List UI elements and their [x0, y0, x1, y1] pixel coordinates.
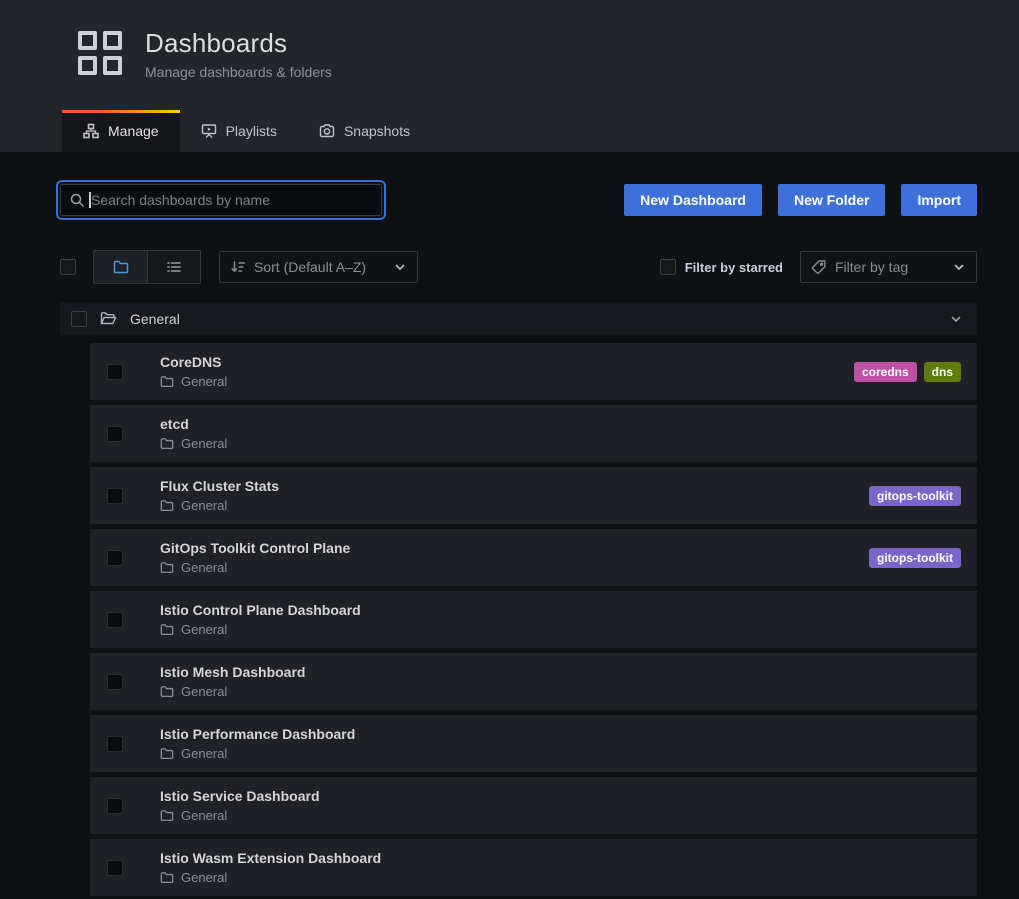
chevron-down-icon — [952, 260, 966, 274]
dashboard-checkbox[interactable] — [107, 798, 123, 814]
folder-open-icon — [100, 311, 117, 326]
filter-starred: Filter by starred — [660, 259, 783, 275]
tag-icon — [811, 259, 827, 275]
dashboard-folder-label: General — [181, 684, 227, 699]
folder-icon — [160, 375, 174, 388]
dashboard-folder-label: General — [181, 870, 227, 885]
folder-icon — [160, 437, 174, 450]
page-title: Dashboards — [145, 28, 332, 59]
folder-icon — [160, 747, 174, 760]
tag-gitops-toolkit[interactable]: gitops-toolkit — [869, 486, 961, 506]
dashboard-row[interactable]: Istio Performance Dashboard General — [90, 715, 977, 772]
camera-icon — [319, 123, 335, 139]
folder-icon — [160, 499, 174, 512]
page-subtitle: Manage dashboards & folders — [145, 64, 332, 80]
folder-section: General CoreDNS General coredns dns etcd — [60, 302, 977, 896]
dashboard-title[interactable]: Istio Performance Dashboard — [160, 726, 355, 743]
dashboard-checkbox[interactable] — [107, 612, 123, 628]
tab-label: Playlists — [226, 123, 277, 139]
view-toggle — [93, 250, 201, 284]
dashboard-checkbox[interactable] — [107, 860, 123, 876]
dashboard-row[interactable]: Istio Mesh Dashboard General — [90, 653, 977, 710]
dashboard-checkbox[interactable] — [107, 674, 123, 690]
dashboard-checkbox[interactable] — [107, 736, 123, 752]
new-dashboard-button[interactable]: New Dashboard — [624, 184, 762, 216]
content-area: New Dashboard New Folder Import Sort — [0, 152, 1019, 899]
chevron-down-icon — [393, 260, 407, 274]
dashboard-checkbox[interactable] — [107, 550, 123, 566]
tab-bar: Manage Playlists Snapshots — [0, 110, 1019, 152]
folder-header-general[interactable]: General — [60, 302, 977, 335]
search-wrapper — [60, 184, 382, 216]
dashboard-folder-label: General — [181, 436, 227, 451]
dashboard-row[interactable]: CoreDNS General coredns dns — [90, 343, 977, 400]
tab-playlists[interactable]: Playlists — [180, 110, 298, 152]
dashboard-checkbox[interactable] — [107, 426, 123, 442]
dashboard-folder-label: General — [181, 560, 227, 575]
dashboard-title[interactable]: GitOps Toolkit Control Plane — [160, 540, 350, 557]
tag-list: coredns dns — [854, 362, 961, 382]
tab-label: Manage — [108, 123, 159, 139]
dashboard-row[interactable]: Istio Control Plane Dashboard General — [90, 591, 977, 648]
dashboard-row[interactable]: Istio Wasm Extension Dashboard General — [90, 839, 977, 896]
tag-filter-select[interactable]: Filter by tag — [800, 251, 977, 283]
tag-filter-value: Filter by tag — [835, 259, 908, 275]
tag-list: gitops-toolkit — [869, 486, 961, 506]
tab-snapshots[interactable]: Snapshots — [298, 110, 431, 152]
dashboard-title[interactable]: Istio Control Plane Dashboard — [160, 602, 361, 619]
dashboard-row[interactable]: GitOps Toolkit Control Plane General git… — [90, 529, 977, 586]
tag-list: gitops-toolkit — [869, 548, 961, 568]
folder-name: General — [130, 311, 180, 327]
folder-icon — [160, 871, 174, 884]
dashboard-folder-label: General — [181, 374, 227, 389]
presentation-play-icon — [201, 123, 217, 139]
dashboard-row[interactable]: etcd General — [90, 405, 977, 462]
sort-select-value: Sort (Default A–Z) — [254, 259, 366, 275]
new-folder-button[interactable]: New Folder — [778, 184, 885, 216]
folder-icon — [160, 685, 174, 698]
list-view-button[interactable] — [147, 251, 200, 283]
dashboard-title[interactable]: Flux Cluster Stats — [160, 478, 279, 495]
filter-starred-label: Filter by starred — [685, 260, 783, 275]
folder-icon — [160, 561, 174, 574]
dashboard-title[interactable]: CoreDNS — [160, 354, 227, 371]
tag-coredns[interactable]: coredns — [854, 362, 917, 382]
dashboard-title[interactable]: Istio Mesh Dashboard — [160, 664, 305, 681]
dashboard-row[interactable]: Istio Service Dashboard General — [90, 777, 977, 834]
folder-view-button[interactable] — [94, 251, 147, 283]
import-button[interactable]: Import — [901, 184, 977, 216]
tab-label: Snapshots — [344, 123, 410, 139]
tag-dns[interactable]: dns — [924, 362, 961, 382]
sort-amount-icon — [230, 259, 246, 275]
dashboard-list: CoreDNS General coredns dns etcd General — [90, 343, 977, 896]
tag-gitops-toolkit[interactable]: gitops-toolkit — [869, 548, 961, 568]
dashboard-folder-label: General — [181, 498, 227, 513]
dashboard-folder-label: General — [181, 622, 227, 637]
sitemap-icon — [83, 123, 99, 139]
select-all-checkbox[interactable] — [60, 259, 76, 275]
tab-manage[interactable]: Manage — [62, 110, 180, 152]
search-icon — [69, 192, 85, 208]
folder-icon — [160, 623, 174, 636]
dashboard-folder-label: General — [181, 746, 227, 761]
page-header: Dashboards Manage dashboards & folders — [0, 0, 1019, 110]
dashboards-apps-icon — [78, 31, 122, 75]
filter-starred-checkbox[interactable] — [660, 259, 676, 275]
folder-checkbox[interactable] — [71, 311, 87, 327]
dashboard-row[interactable]: Flux Cluster Stats General gitops-toolki… — [90, 467, 977, 524]
dashboard-title[interactable]: Istio Service Dashboard — [160, 788, 320, 805]
folder-icon — [160, 809, 174, 822]
dashboard-title[interactable]: etcd — [160, 416, 227, 433]
sort-select[interactable]: Sort (Default A–Z) — [219, 251, 418, 283]
folder-view-icon — [113, 259, 129, 275]
dashboard-checkbox[interactable] — [107, 488, 123, 504]
list-view-icon — [166, 259, 182, 275]
dashboard-folder-label: General — [181, 808, 227, 823]
dashboard-title[interactable]: Istio Wasm Extension Dashboard — [160, 850, 381, 867]
search-input[interactable] — [60, 184, 382, 216]
folder-expand-chevron-icon[interactable] — [949, 312, 963, 326]
dashboard-checkbox[interactable] — [107, 364, 123, 380]
text-caret — [89, 192, 91, 208]
